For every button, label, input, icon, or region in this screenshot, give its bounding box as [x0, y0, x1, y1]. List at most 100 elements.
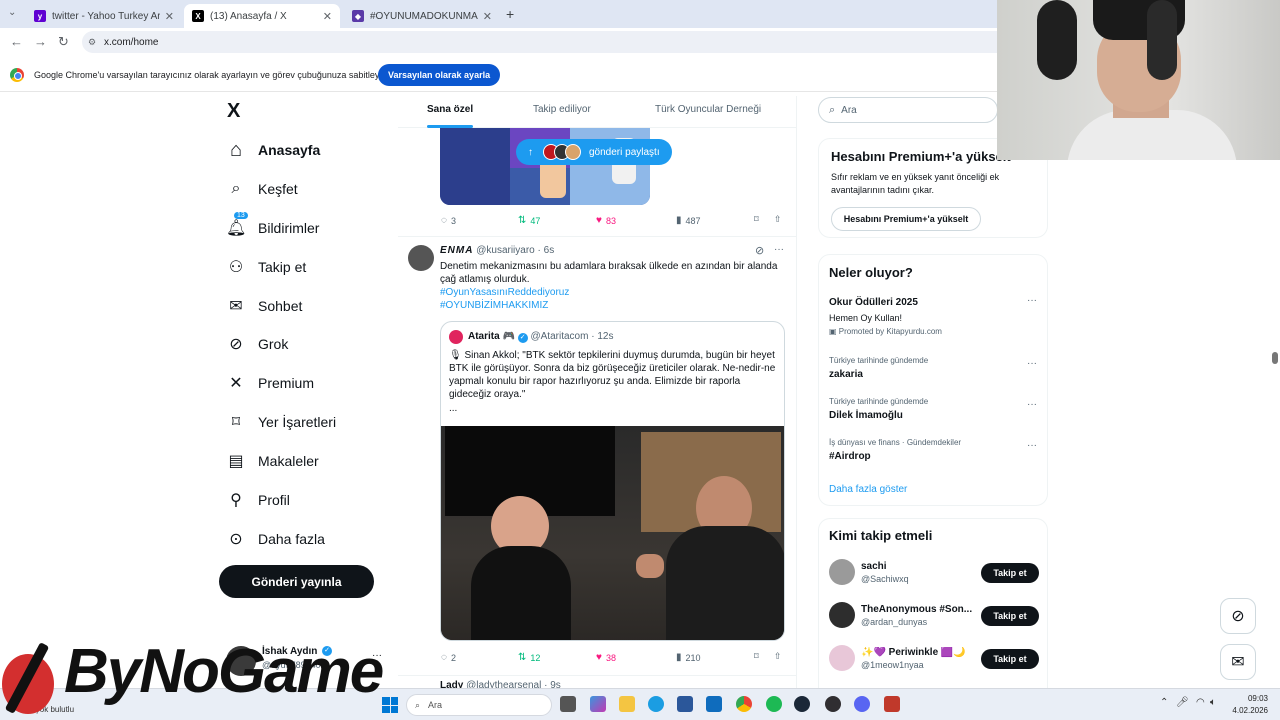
follow-suggestion[interactable]: TheAnonymous #Son... @ardan_dunyas Takip…: [829, 602, 1041, 630]
app-icon[interactable]: [884, 696, 900, 712]
site-info-icon[interactable]: ⚙: [88, 37, 96, 48]
reload-icon[interactable]: ↻: [58, 34, 69, 50]
follow-button[interactable]: Takip et: [981, 606, 1039, 626]
sidebar-item-premium[interactable]: ✕ Premium: [226, 368, 314, 398]
tab-turk-oyuncular[interactable]: Türk Oyuncular Derneği: [655, 104, 761, 115]
sidebar-item-chat[interactable]: ✉ Sohbet: [226, 291, 302, 321]
premium-upgrade-button[interactable]: Hesabını Premium+'a yükselt: [831, 207, 981, 231]
follow-button[interactable]: Takip et: [981, 563, 1039, 583]
retweet-button[interactable]: ⇅ 12: [518, 652, 540, 663]
reply-button[interactable]: ◌ 3: [441, 215, 456, 226]
tweet[interactable]: ENMA @kusariiyaro · 6s ⊘ ··· Denetim mek…: [398, 237, 796, 675]
post-button[interactable]: Gönderi yayınla: [219, 565, 374, 598]
bell-icon: 🔔︎ 13: [226, 212, 248, 237]
quote-media[interactable]: [441, 426, 784, 640]
volume-icon[interactable]: 🔈︎: [1210, 697, 1216, 708]
author-handle[interactable]: @ladythearsenal: [466, 680, 541, 688]
retweet-count: 47: [530, 215, 541, 226]
close-icon[interactable]: ✕: [483, 10, 492, 23]
sidebar-item-bookmarks[interactable]: ⌑ Yer İşaretleri: [226, 407, 336, 437]
search-input[interactable]: ⌕ Ara: [818, 97, 998, 123]
show-more-link[interactable]: Daha fazla göster: [829, 484, 907, 495]
reply-button[interactable]: ◌ 2: [441, 652, 456, 663]
mic-icon[interactable]: 🎤︎: [1176, 697, 1189, 708]
grok-icon[interactable]: ⊘: [755, 244, 764, 257]
back-icon[interactable]: ←: [10, 34, 23, 49]
like-button[interactable]: ♥ 38: [596, 652, 616, 663]
author-name[interactable]: Lady: [440, 680, 463, 688]
discord-icon[interactable]: [854, 696, 870, 712]
outlook-icon[interactable]: [706, 696, 722, 712]
close-icon[interactable]: ✕: [165, 10, 174, 23]
follow-suggestion[interactable]: ✨💜 Periwinkle 🟪🌙 @1meow1nyaa Takip et: [829, 645, 1041, 673]
close-icon[interactable]: ✕: [323, 10, 332, 23]
like-button[interactable]: ♥ 83: [596, 215, 616, 226]
author-handle[interactable]: @kusariiyaro: [476, 245, 535, 256]
shared-posts-pill[interactable]: ↑ gönderi paylaştı: [516, 139, 672, 165]
share-icon[interactable]: ⇧: [774, 214, 782, 225]
obs-icon[interactable]: [825, 696, 841, 712]
copilot-icon[interactable]: [590, 696, 606, 712]
more-icon[interactable]: ···: [1027, 399, 1037, 410]
tweet-time[interactable]: · 9s: [544, 680, 561, 688]
sidebar-item-home[interactable]: ⌂ Anasayfa: [226, 135, 320, 165]
tweet-time[interactable]: · 6s: [538, 245, 555, 256]
trend-item[interactable]: İş dünyası ve finans · Gündemdekiler #Ai…: [829, 438, 1041, 468]
x-logo-icon[interactable]: X: [227, 100, 240, 123]
messages-float-button[interactable]: ✉: [1220, 644, 1256, 680]
more-icon[interactable]: ···: [1027, 295, 1037, 306]
quoted-tweet[interactable]: Atarita 🎮 ✓ @Ataritacom · 12s 🎙 Sinan Ak…: [440, 321, 785, 641]
follow-button[interactable]: Takip et: [981, 649, 1039, 669]
start-button[interactable]: [382, 697, 398, 713]
trend-item[interactable]: Türkiye tarihinde gündemde Dilek İmamoğl…: [829, 397, 1041, 427]
taskbar-search[interactable]: ⌕ Ara: [406, 694, 552, 716]
edge-icon[interactable]: [648, 696, 664, 712]
bookmark-icon[interactable]: ⌑: [754, 651, 759, 662]
sidebar-item-grok[interactable]: ⊘ Grok: [226, 329, 288, 359]
sidebar-item-explore[interactable]: ⌕ Keşfet: [226, 174, 298, 204]
clock-date[interactable]: 4.02.2026: [1228, 706, 1268, 715]
sidebar-item-more[interactable]: ⊙ Daha fazla: [226, 524, 325, 554]
trend-item[interactable]: Okur Ödülleri 2025 Hemen Oy Kullan! ▣ Pr…: [829, 295, 1041, 341]
file-explorer-icon[interactable]: [619, 696, 635, 712]
hashtag-link[interactable]: #OyunYasasınıReddediyoruz: [440, 286, 569, 299]
set-default-button[interactable]: Varsayılan olarak ayarla: [378, 64, 501, 86]
store-icon[interactable]: [677, 696, 693, 712]
views-button[interactable]: ▮ 487: [676, 215, 701, 226]
sidebar-item-articles[interactable]: ▤ Makaleler: [226, 446, 318, 476]
tab-search-icon[interactable]: ⌄: [8, 7, 16, 18]
chrome-icon[interactable]: [736, 696, 752, 712]
search-placeholder: Ara: [841, 104, 857, 116]
trend-title: Okur Ödülleri 2025: [829, 297, 918, 308]
clock-time[interactable]: 09:03: [1238, 694, 1268, 703]
task-view-icon[interactable]: [560, 696, 576, 712]
grok-float-button[interactable]: ⊘: [1220, 598, 1256, 634]
forward-icon[interactable]: →: [34, 34, 47, 49]
more-icon[interactable]: ···: [1027, 440, 1037, 451]
spotify-icon[interactable]: [766, 696, 782, 712]
tab-following[interactable]: Takip ediliyor: [533, 104, 591, 115]
hashtag-link[interactable]: #OYUNBİZİMHAKKIMIZ: [440, 299, 548, 312]
more-icon[interactable]: ···: [1027, 358, 1037, 369]
views-button[interactable]: ▮ 210: [676, 652, 701, 663]
tray-chevron-icon[interactable]: ⌃: [1160, 697, 1168, 708]
avatar[interactable]: [408, 245, 434, 271]
browser-tab-yahoo[interactable]: y twitter - Yahoo Turkey Arama S ✕: [26, 4, 182, 28]
retweet-button[interactable]: ⇅ 47: [518, 215, 540, 226]
sidebar-item-notifications[interactable]: 🔔︎ 13 Bildirimler: [226, 212, 319, 243]
trend-item[interactable]: Türkiye tarihinde gündemde zakaria ···: [829, 356, 1041, 386]
bookmark-icon[interactable]: ⌑: [754, 214, 759, 225]
sidebar-item-follow[interactable]: ⚇ Takip et: [226, 252, 306, 282]
steam-icon[interactable]: [794, 696, 810, 712]
scrollbar-thumb[interactable]: [1272, 352, 1278, 364]
browser-tab-dijital[interactable]: ◆ #OYUNUMADOKUNMA - Dijita ✕: [344, 4, 500, 28]
tab-for-you[interactable]: Sana özel: [427, 104, 473, 115]
follow-suggestion[interactable]: sachi @Sachiwxq Takip et: [829, 559, 1041, 587]
wifi-icon[interactable]: ◠: [1196, 697, 1205, 708]
sidebar-item-profile[interactable]: ⚲ Profil: [226, 485, 290, 515]
more-icon[interactable]: ···: [774, 244, 784, 255]
author-name[interactable]: ENMA: [440, 245, 473, 256]
new-tab-button[interactable]: +: [506, 6, 514, 22]
browser-tab-x-home[interactable]: X (13) Anasayfa / X ✕: [184, 4, 340, 28]
share-icon[interactable]: ⇧: [774, 651, 782, 662]
